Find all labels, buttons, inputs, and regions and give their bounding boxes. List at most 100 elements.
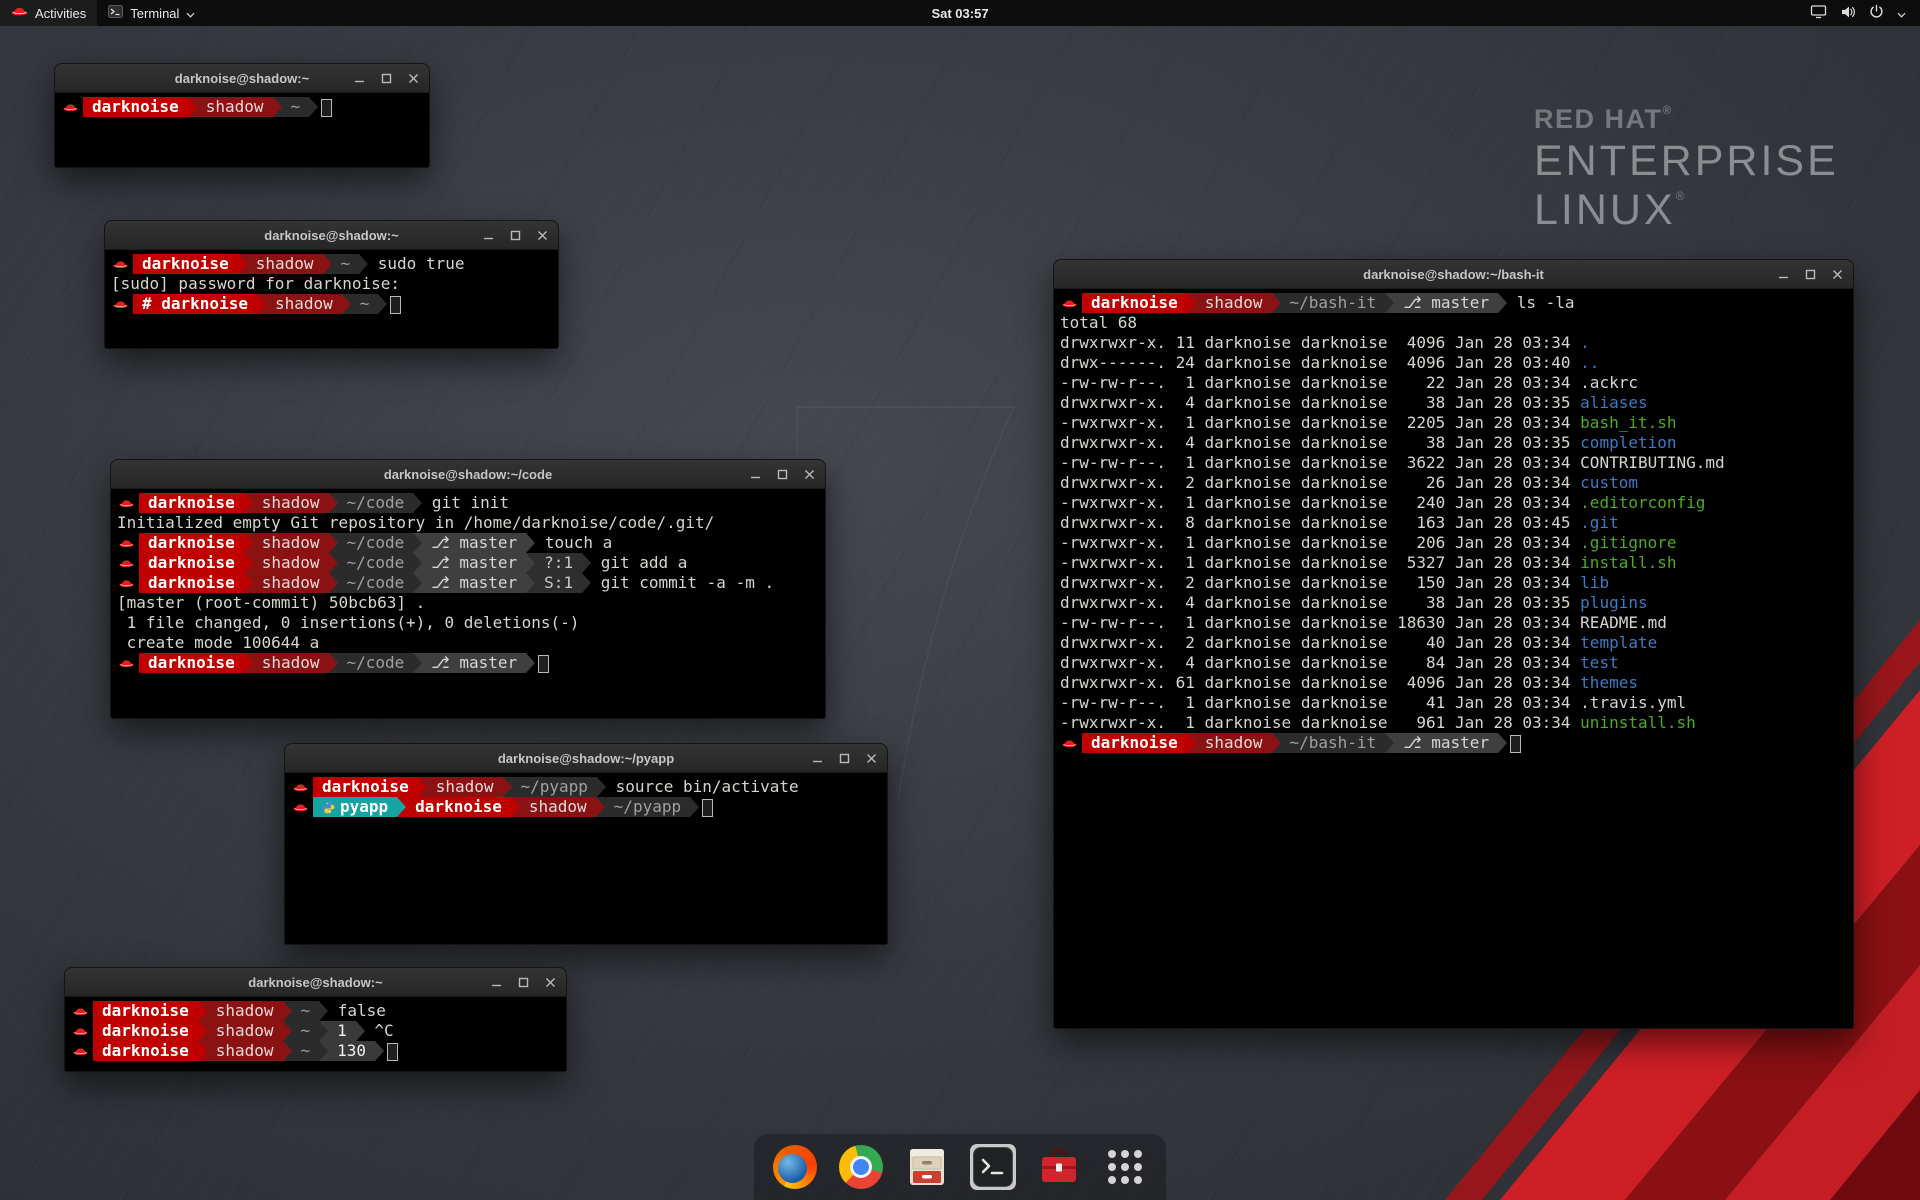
maximize-button[interactable] (516, 975, 530, 989)
prompt-segment-user: darknoise (93, 1041, 198, 1061)
terminal-window-pyapp[interactable]: darknoise@shadow:~/pyapp darknoiseshadow… (284, 743, 888, 945)
terminal-text: -rw-rw-r--. 1 darknoise darknoise 22 Jan… (1060, 373, 1580, 393)
powerline-separator (596, 797, 605, 817)
terminal-content[interactable]: darknoiseshadow~/code git initInitialize… (111, 489, 825, 718)
terminal-content[interactable]: darknoiseshadow~/bash-it⎇ master ls -lat… (1054, 289, 1853, 1028)
activities-label: Activities (35, 6, 86, 21)
prompt-segment-path: ~/pyapp (605, 797, 690, 817)
powerline-separator (329, 493, 338, 513)
system-tray[interactable] (1796, 0, 1920, 26)
dock-toolbox-icon[interactable] (1036, 1144, 1082, 1190)
powerline-separator (418, 777, 427, 797)
minimize-button[interactable] (1776, 267, 1790, 281)
close-button[interactable] (864, 751, 878, 765)
terminal-text: drwxrwxr-x. 4 darknoise darknoise 84 Jan… (1060, 653, 1580, 673)
redhat-fedora-icon (111, 254, 133, 274)
terminal-text: drwxrwxr-x. 2 darknoise darknoise 26 Jan… (1060, 473, 1580, 493)
minimize-button[interactable] (748, 467, 762, 481)
maximize-button[interactable] (775, 467, 789, 481)
maximize-button[interactable] (379, 71, 393, 85)
powerline-separator (329, 533, 338, 553)
prompt-segment-path: ~/code (338, 493, 414, 513)
prompt-segment-user: darknoise (139, 653, 244, 673)
terminal-text: drwxrwxr-x. 4 darknoise darknoise 38 Jan… (1060, 393, 1580, 413)
prompt-segment-user: darknoise (83, 97, 188, 117)
titlebar[interactable]: darknoise@shadow:~/bash-it (1054, 260, 1853, 289)
terminal-content[interactable]: darknoiseshadow~/pyapp source bin/activa… (285, 773, 887, 944)
powerline-separator (526, 573, 535, 593)
minimize-button[interactable] (352, 71, 366, 85)
titlebar[interactable]: darknoise@shadow:~ (105, 221, 558, 250)
powerline-separator (582, 573, 591, 593)
powerline-separator (198, 1041, 207, 1061)
terminal-text: install.sh (1580, 553, 1676, 573)
close-button[interactable] (406, 71, 420, 85)
close-button[interactable] (535, 228, 549, 242)
terminal-content[interactable]: darknoiseshadow~ (55, 93, 429, 167)
maximize-button[interactable] (1803, 267, 1817, 281)
terminal-line: darknoiseshadow~/code⎇ masterS:1 git com… (117, 573, 819, 593)
show-applications-icon (1108, 1150, 1142, 1184)
titlebar[interactable]: darknoise@shadow:~/code (111, 460, 825, 489)
powerline-separator (238, 254, 247, 274)
titlebar[interactable]: darknoise@shadow:~/pyapp (285, 744, 887, 773)
clock[interactable]: Sat 03:57 (0, 6, 1920, 21)
prompt-segment-user: darknoise (1082, 733, 1187, 753)
maximize-button[interactable] (837, 751, 851, 765)
terminal-text: .editorconfig (1580, 493, 1705, 513)
terminal-text: [sudo] password for darknoise: (111, 274, 400, 294)
maximize-button[interactable] (508, 228, 522, 242)
prompt-segment-host: shadow (1196, 293, 1272, 313)
close-button[interactable] (543, 975, 557, 989)
close-button[interactable] (1830, 267, 1844, 281)
terminal-content[interactable]: darknoiseshadow~ falsedarknoiseshadow~1 … (65, 997, 566, 1071)
dock-terminal-icon[interactable] (970, 1144, 1016, 1190)
minimize-button[interactable] (481, 228, 495, 242)
terminal-line: darknoiseshadow~/bash-it⎇ master (1060, 733, 1847, 753)
terminal-cursor (538, 655, 549, 673)
terminal-line: drwxrwxr-x. 2 darknoise darknoise 40 Jan… (1060, 633, 1847, 653)
terminal-text: drwx------. 24 darknoise darknoise 4096 … (1060, 353, 1580, 373)
activities-button[interactable]: Activities (0, 0, 97, 26)
wordmark-red-hat: RED HAT® (1534, 104, 1839, 133)
prompt-segment-path: ~ (282, 97, 310, 117)
terminal-text: -rw-rw-r--. 1 darknoise darknoise 18630 … (1060, 613, 1580, 633)
terminal-line: Initialized empty Git repository in /hom… (117, 513, 819, 533)
terminal-window-bash-it[interactable]: darknoise@shadow:~/bash-it darknoiseshad… (1053, 259, 1854, 1029)
prompt-segment-host: shadow (207, 1021, 283, 1041)
titlebar[interactable]: darknoise@shadow:~ (65, 968, 566, 997)
terminal-text: source bin/activate (606, 777, 799, 797)
powerline-separator (1272, 293, 1281, 313)
powerline-separator (597, 777, 606, 797)
powerline-separator (413, 493, 422, 513)
terminal-window-exit-codes[interactable]: darknoise@shadow:~ darknoiseshadow~ fals… (64, 967, 567, 1072)
prompt-segment-git: ⎇ master (422, 573, 526, 593)
terminal-window-sudo[interactable]: darknoise@shadow:~ darknoiseshadow~ sudo… (104, 220, 559, 349)
minimize-button[interactable] (810, 751, 824, 765)
terminal-text: drwxrwxr-x. 2 darknoise darknoise 150 Ja… (1060, 573, 1580, 593)
terminal-content[interactable]: darknoiseshadow~ sudo true[sudo] passwor… (105, 250, 558, 348)
terminal-text: total 68 (1060, 313, 1137, 333)
show-applications-button[interactable] (1102, 1144, 1148, 1190)
power-icon (1869, 4, 1884, 22)
dock-files-icon[interactable] (904, 1144, 950, 1190)
prompt-segment-user: darknoise (133, 254, 238, 274)
prompt-segment-user: darknoise (406, 797, 511, 817)
prompt-segment-user: darknoise (139, 553, 244, 573)
prompt-segment-user: darknoise (139, 493, 244, 513)
terminal-line: -rwxrwxr-x. 1 darknoise darknoise 961 Ja… (1060, 713, 1847, 733)
terminal-window-code[interactable]: darknoise@shadow:~/code darknoiseshadow~… (110, 459, 826, 719)
powerline-separator (375, 1041, 384, 1061)
dock-firefox-icon[interactable] (772, 1144, 818, 1190)
terminal-text: bash_it.sh (1580, 413, 1676, 433)
dock-chrome-icon[interactable] (838, 1144, 884, 1190)
titlebar[interactable]: darknoise@shadow:~ (55, 64, 429, 93)
minimize-button[interactable] (489, 975, 503, 989)
prompt-segment-exit: 1 (328, 1021, 356, 1041)
app-menu-button[interactable]: Terminal (97, 0, 206, 26)
redhat-fedora-icon (61, 97, 83, 117)
terminal-line: drwxrwxr-x. 11 darknoise darknoise 4096 … (1060, 333, 1847, 353)
terminal-window-home-1[interactable]: darknoise@shadow:~ darknoiseshadow~ (54, 63, 430, 168)
close-button[interactable] (802, 467, 816, 481)
powerline-separator (413, 553, 422, 573)
